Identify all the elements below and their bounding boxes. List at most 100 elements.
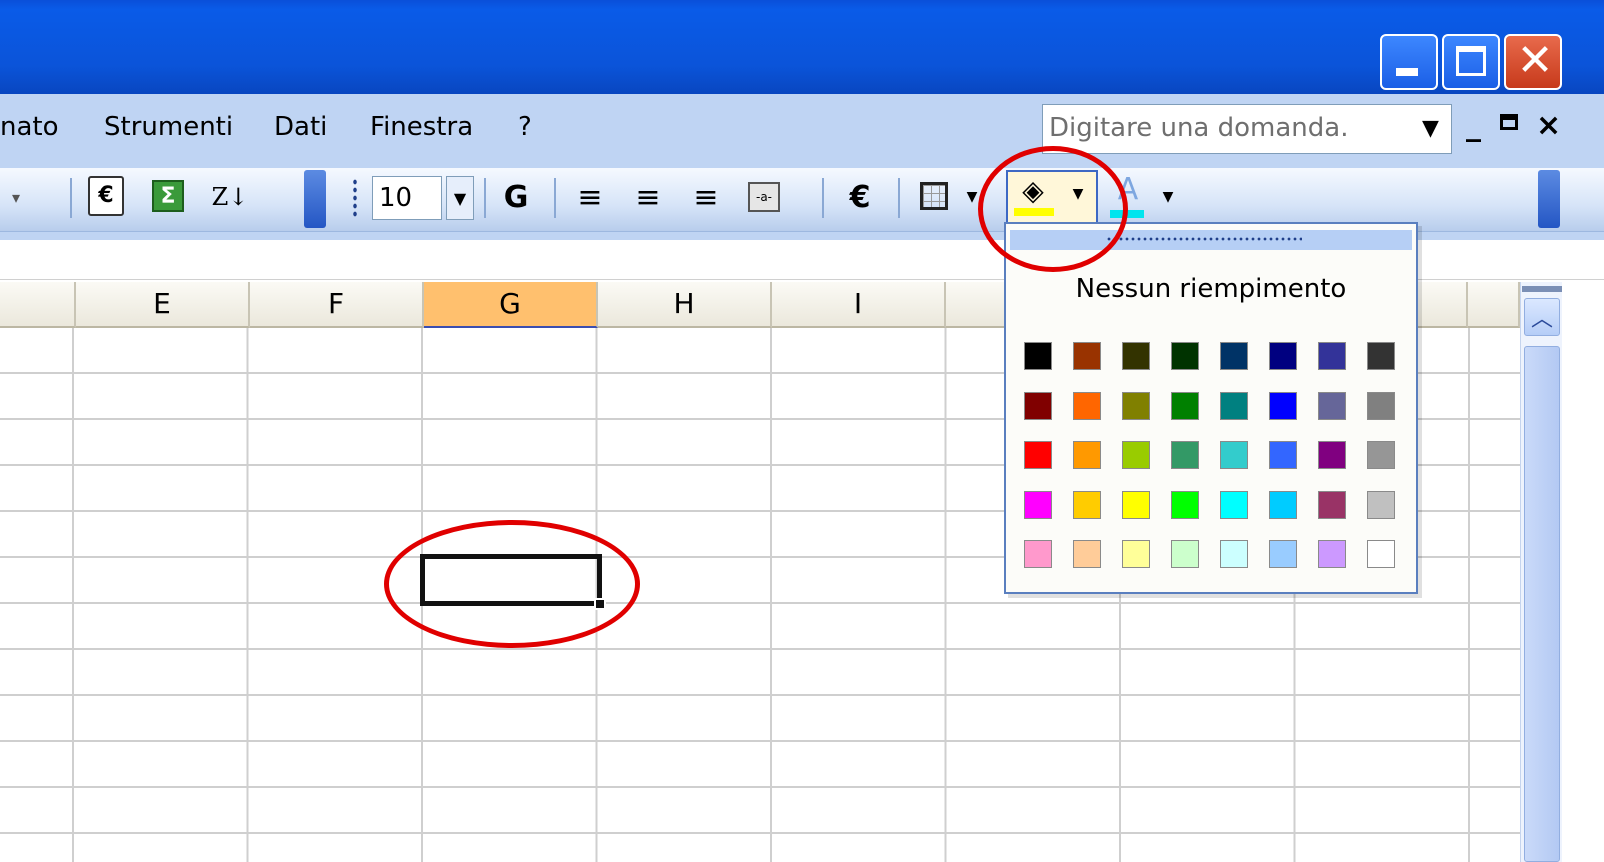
euro-conversion-icon: € xyxy=(88,176,124,216)
doc-minimize-button[interactable]: _ xyxy=(1466,108,1481,143)
align-left-button[interactable]: ≡ xyxy=(568,172,612,222)
color-swatch[interactable] xyxy=(1318,491,1346,519)
color-swatch[interactable] xyxy=(1269,491,1297,519)
color-swatch[interactable] xyxy=(1024,392,1052,420)
title-bar xyxy=(0,0,1604,94)
scroll-up-button[interactable]: ︿ xyxy=(1524,298,1560,336)
color-swatch[interactable] xyxy=(1171,392,1199,420)
menu-formato[interactable]: nato xyxy=(0,112,59,142)
chevron-up-icon: ︿ xyxy=(1530,307,1553,332)
color-swatch[interactable] xyxy=(1024,491,1052,519)
column-header[interactable] xyxy=(0,282,76,328)
merge-center-button[interactable]: -a- xyxy=(742,172,786,222)
toolbar-drag-handle[interactable] xyxy=(352,178,358,218)
align-right-icon: ≡ xyxy=(693,179,719,215)
color-swatch[interactable] xyxy=(1171,491,1199,519)
annotation-ellipse-cell xyxy=(384,520,640,648)
dropdown-arrow-icon[interactable]: ▾ xyxy=(2,172,30,222)
menu-dati[interactable]: Dati xyxy=(274,112,327,142)
font-size-dropdown-icon[interactable]: ▼ xyxy=(446,176,474,220)
sigma-icon: Σ xyxy=(152,180,184,212)
color-swatch[interactable] xyxy=(1024,342,1052,370)
sort-descending-icon: Z↓ xyxy=(211,183,249,211)
column-header-g[interactable]: G xyxy=(424,282,598,328)
color-swatch[interactable] xyxy=(1220,441,1248,469)
color-swatch[interactable] xyxy=(1220,342,1248,370)
color-swatch[interactable] xyxy=(1220,392,1248,420)
color-swatch[interactable] xyxy=(1073,441,1101,469)
align-right-button[interactable]: ≡ xyxy=(684,172,728,222)
color-swatch[interactable] xyxy=(1367,441,1395,469)
maximize-button[interactable] xyxy=(1442,34,1500,90)
color-swatch[interactable] xyxy=(1171,441,1199,469)
autosum-button[interactable]: Σ xyxy=(146,172,190,222)
column-header-e[interactable]: E xyxy=(76,282,250,328)
scrollbar-thumb[interactable] xyxy=(1524,346,1560,862)
borders-button[interactable] xyxy=(912,172,956,222)
color-swatch[interactable] xyxy=(1171,540,1199,568)
minimize-icon xyxy=(1396,68,1418,76)
menu-finestra[interactable]: Finestra xyxy=(370,112,473,142)
toolbar-separator xyxy=(484,178,486,218)
borders-icon xyxy=(920,182,948,210)
color-swatch[interactable] xyxy=(1367,540,1395,568)
color-swatch[interactable] xyxy=(1122,540,1150,568)
color-swatch[interactable] xyxy=(1122,392,1150,420)
euro-conversion-button[interactable]: € xyxy=(84,172,128,222)
toolbar-separator xyxy=(822,178,824,218)
toolbar-options-grip[interactable] xyxy=(304,170,326,228)
ask-dropdown-icon[interactable]: ▼ xyxy=(1422,116,1439,141)
column-header-f[interactable]: F xyxy=(250,282,424,328)
color-swatch[interactable] xyxy=(1122,491,1150,519)
column-header-m[interactable] xyxy=(1468,282,1520,328)
ask-question-input[interactable]: Digitare una domanda. xyxy=(1042,104,1452,154)
toolbar-options-grip-right[interactable] xyxy=(1538,170,1560,228)
color-swatch[interactable] xyxy=(1024,540,1052,568)
split-box[interactable] xyxy=(1522,286,1562,292)
toolbar-separator xyxy=(70,178,72,218)
ask-question-placeholder: Digitare una domanda. xyxy=(1049,113,1349,143)
sort-descending-button[interactable]: Z↓ xyxy=(208,172,252,222)
maximize-icon xyxy=(1456,46,1486,76)
color-swatch[interactable] xyxy=(1318,441,1346,469)
color-swatch[interactable] xyxy=(1024,441,1052,469)
align-center-button[interactable]: ≡ xyxy=(626,172,670,222)
column-header-i[interactable]: I xyxy=(772,282,946,328)
font-size-select[interactable]: 10 xyxy=(372,176,442,220)
palette-drag-dots xyxy=(1106,236,1302,242)
font-size-value: 10 xyxy=(379,183,413,213)
bold-button[interactable]: G xyxy=(494,172,538,222)
close-icon: ✕ xyxy=(1516,35,1554,86)
menu-strumenti[interactable]: Strumenti xyxy=(104,112,233,142)
color-swatch[interactable] xyxy=(1122,342,1150,370)
no-fill-option[interactable]: Nessun riempimento xyxy=(1010,274,1412,314)
color-swatch[interactable] xyxy=(1171,342,1199,370)
color-swatch[interactable] xyxy=(1318,342,1346,370)
column-header-h[interactable]: H xyxy=(598,282,772,328)
menu-help[interactable]: ? xyxy=(518,112,532,142)
color-swatch[interactable] xyxy=(1269,540,1297,568)
color-swatch[interactable] xyxy=(1269,342,1297,370)
color-swatch[interactable] xyxy=(1367,342,1395,370)
color-swatch[interactable] xyxy=(1318,392,1346,420)
color-swatch[interactable] xyxy=(1073,342,1101,370)
align-left-icon: ≡ xyxy=(577,179,603,215)
doc-close-button[interactable]: × xyxy=(1536,108,1561,143)
color-swatch[interactable] xyxy=(1367,491,1395,519)
color-swatch[interactable] xyxy=(1220,540,1248,568)
color-swatch[interactable] xyxy=(1073,392,1101,420)
color-swatch[interactable] xyxy=(1073,540,1101,568)
toolbar-separator xyxy=(898,178,900,218)
close-button[interactable]: ✕ xyxy=(1504,34,1562,90)
color-swatch[interactable] xyxy=(1269,441,1297,469)
restore-icon xyxy=(1500,114,1518,130)
color-swatch[interactable] xyxy=(1367,392,1395,420)
color-swatch[interactable] xyxy=(1269,392,1297,420)
color-swatch[interactable] xyxy=(1073,491,1101,519)
color-swatch[interactable] xyxy=(1220,491,1248,519)
minimize-button[interactable] xyxy=(1380,34,1438,90)
font-color-dropdown-icon[interactable]: ▼ xyxy=(1156,172,1180,222)
color-swatch[interactable] xyxy=(1318,540,1346,568)
currency-style-button[interactable]: € xyxy=(838,172,882,222)
color-swatch[interactable] xyxy=(1122,441,1150,469)
